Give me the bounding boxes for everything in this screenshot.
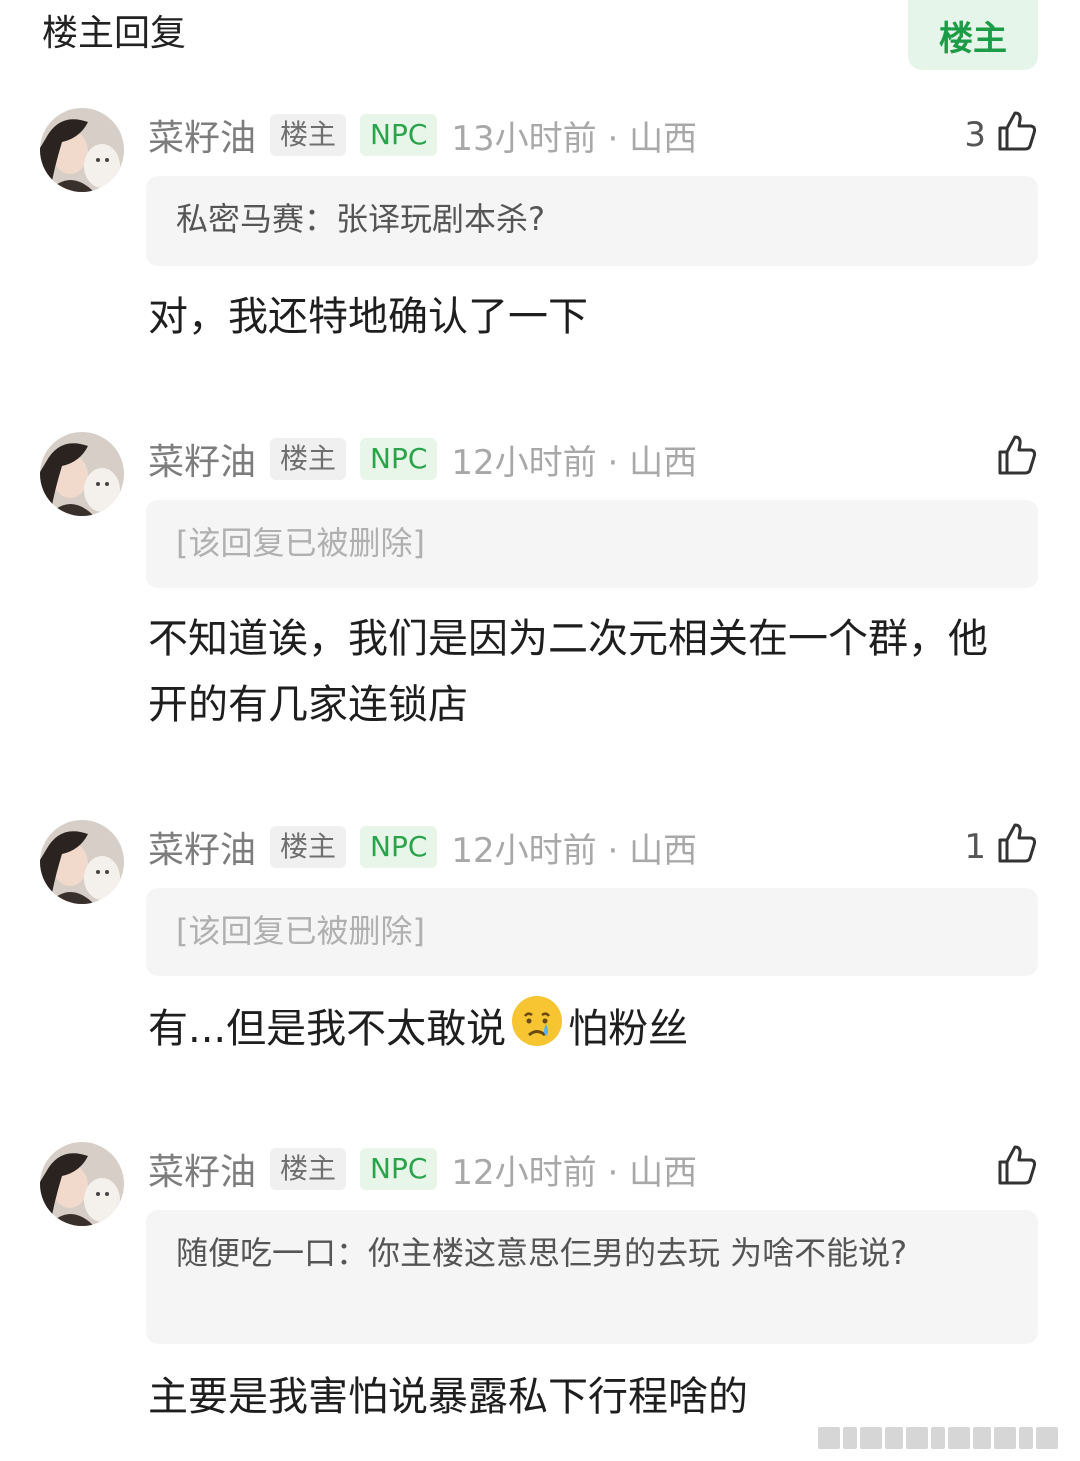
- thumbs-up-icon: [994, 108, 1040, 163]
- comment-meta: 菜籽油 楼主 NPC 12小时前 · 山西: [148, 1144, 697, 1194]
- thumbs-up-icon: [994, 432, 1040, 487]
- like-button[interactable]: 3: [964, 110, 1040, 160]
- comment-text: 有...但是我不太敢说 怕粉丝: [148, 994, 1008, 1068]
- comment-meta: 菜籽油 楼主 NPC 12小时前 · 山西: [148, 822, 697, 872]
- avatar-image: [40, 432, 124, 516]
- npc-badge: NPC: [360, 114, 438, 156]
- comment-text-part: 怕粉丝: [568, 1006, 689, 1052]
- comment-text: 对，我还特地确认了一下: [148, 294, 588, 340]
- npc-badge: NPC: [360, 826, 438, 868]
- username[interactable]: 菜籽油: [148, 109, 256, 161]
- avatar[interactable]: [40, 1142, 124, 1226]
- op-badge: 楼主: [270, 826, 347, 868]
- quoted-reply[interactable]: 随便吃一口：你主楼这意思仨男的去玩 为啥不能说?: [146, 1210, 1038, 1344]
- page-title: 楼主回复: [42, 13, 187, 54]
- comment-text: 不知道诶，我们是因为二次元相关在一个群，他开的有几家连锁店: [148, 616, 988, 728]
- thumbs-up-icon: [994, 820, 1040, 875]
- op-badge: 楼主: [270, 114, 347, 156]
- time-location: 12小时前 · 山西: [451, 830, 698, 871]
- thumbs-up-icon: [994, 1142, 1040, 1197]
- comment-meta: 菜籽油 楼主 NPC 12小时前 · 山西: [148, 434, 697, 484]
- avatar[interactable]: [40, 432, 124, 516]
- avatar-image: [40, 1142, 124, 1226]
- like-count: 1: [964, 827, 986, 867]
- crying-face-emoji-icon: [510, 994, 564, 1068]
- time-location: 12小时前 · 山西: [451, 1152, 698, 1193]
- avatar[interactable]: [40, 820, 124, 904]
- op-badge: 楼主: [270, 438, 347, 480]
- username[interactable]: 菜籽油: [148, 1143, 256, 1195]
- like-button[interactable]: [986, 434, 1040, 484]
- quoted-reply[interactable]: 私密马赛：张译玩剧本杀?: [146, 176, 1038, 266]
- op-filter-button[interactable]: 楼主: [908, 0, 1038, 70]
- comment-meta: 菜籽油 楼主 NPC 13小时前 · 山西: [148, 110, 697, 160]
- npc-badge: NPC: [360, 438, 438, 480]
- avatar[interactable]: [40, 108, 124, 192]
- quoted-reply-deleted: [该回复已被删除]: [146, 500, 1038, 588]
- comment-text-part: 有...但是我不太敢说: [148, 1006, 507, 1052]
- time-location: 13小时前 · 山西: [451, 118, 698, 159]
- avatar-image: [40, 108, 124, 192]
- quoted-reply-deleted: [该回复已被删除]: [146, 888, 1038, 976]
- username[interactable]: 菜籽油: [148, 433, 256, 485]
- time-location: 12小时前 · 山西: [451, 442, 698, 483]
- like-count: 3: [964, 115, 986, 155]
- comment-text: 主要是我害怕说暴露私下行程啥的: [148, 1374, 748, 1420]
- op-badge: 楼主: [270, 1148, 347, 1190]
- watermark: [818, 1425, 1068, 1451]
- avatar-image: [40, 820, 124, 904]
- like-button[interactable]: [986, 1144, 1040, 1194]
- username[interactable]: 菜籽油: [148, 821, 256, 873]
- npc-badge: NPC: [360, 1148, 438, 1190]
- like-button[interactable]: 1: [964, 822, 1040, 872]
